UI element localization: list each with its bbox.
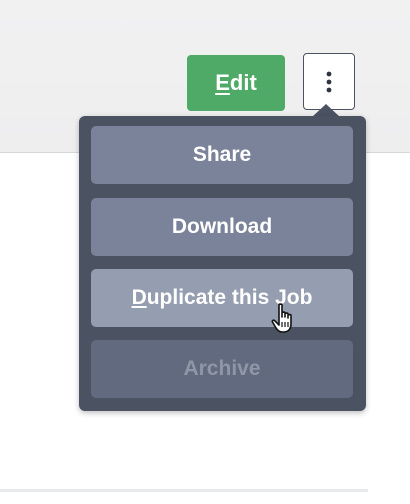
menu-item-download[interactable]: Download — [91, 198, 353, 256]
divider — [0, 489, 368, 492]
menu-item-archive: Archive — [91, 340, 353, 398]
menu-item-label: Archive — [183, 357, 261, 380]
menu-item-label: Share — [192, 143, 252, 166]
hand-pointer-cursor-icon — [271, 303, 292, 333]
edit-button[interactable]: Edit — [187, 55, 285, 111]
vertical-ellipsis-icon — [326, 71, 332, 92]
dropdown-menu: Share Download Duplicate this Job Archiv… — [79, 116, 366, 411]
more-options-button[interactable] — [303, 53, 355, 110]
menu-item-duplicate-job[interactable]: Duplicate this Job — [91, 269, 353, 327]
edit-button-mnemonic: E — [215, 70, 230, 95]
menu-item-label: Download — [171, 215, 273, 238]
page: Edit Share Download Duplicate this Job A… — [0, 0, 410, 504]
menu-item-share[interactable]: Share — [91, 126, 353, 184]
edit-button-label-rest: dit — [229, 70, 257, 95]
